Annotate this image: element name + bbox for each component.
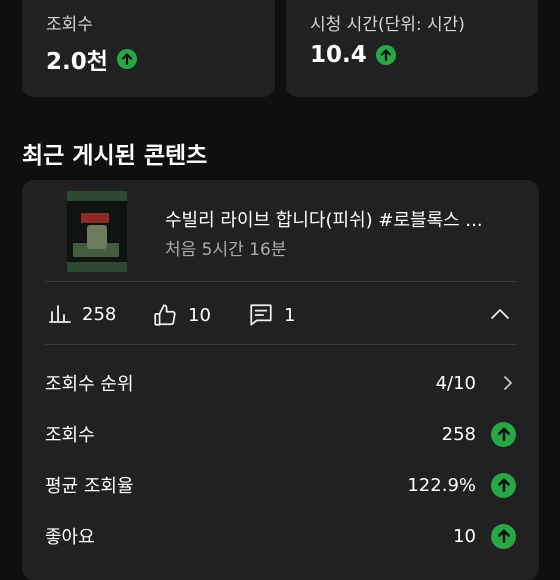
row-value: 258 — [441, 423, 476, 445]
row-value: 122.9% — [407, 474, 476, 496]
collapse-button[interactable] — [489, 304, 511, 330]
row-avg-view-rate: 평균 조회율 122.9% — [45, 470, 516, 500]
video-thumbnail[interactable] — [67, 191, 127, 272]
divider — [45, 281, 516, 282]
views-stat-value: 2.0천 — [46, 49, 108, 75]
row-label: 조회수 — [45, 425, 95, 446]
row-likes: 좋아요 10 — [45, 521, 516, 551]
arrow-up-icon — [116, 49, 137, 69]
row-label: 조회수 순위 — [45, 374, 134, 395]
row-label: 좋아요 — [45, 527, 95, 548]
watch-time-stat-label: 시청 시간(단위: 시간) — [310, 15, 465, 35]
views-count: 258 — [82, 303, 117, 325]
arrow-up-icon — [491, 421, 516, 447]
arrow-up-icon — [491, 523, 516, 549]
views-stat-label: 조회수 — [46, 15, 93, 35]
comment-icon — [250, 304, 272, 326]
watch-time-stat-card[interactable]: 시청 시간(단위: 시간) 10.4 — [286, 0, 538, 97]
row-value: 4/10 — [435, 372, 476, 394]
arrow-up-icon — [375, 45, 396, 65]
watch-time-stat-value: 10.4 — [310, 42, 367, 68]
views-stat-card[interactable]: 조회수 2.0천 — [22, 0, 275, 97]
chevron-up-icon — [491, 309, 509, 319]
comments-metric: 1 — [248, 302, 295, 328]
row-view-rank[interactable]: 조회수 순위 4/10 — [45, 368, 516, 398]
video-subtitle: 처음 5시간 16분 — [165, 240, 287, 260]
section-title: 최근 게시된 콘텐츠 — [22, 143, 208, 169]
likes-count: 10 — [188, 304, 211, 326]
recent-content-card: 수빌리 라이브 합니다(피쉬) #로블록스 ... 처음 5시간 16분 258… — [22, 180, 539, 580]
video-title[interactable]: 수빌리 라이브 합니다(피쉬) #로블록스 ... — [165, 206, 525, 232]
row-views: 조회수 258 — [45, 419, 516, 449]
comments-count: 1 — [284, 304, 296, 326]
bar-chart-icon — [49, 305, 71, 323]
arrow-up-icon — [491, 472, 516, 498]
likes-metric: 10 — [152, 302, 211, 328]
divider — [45, 344, 516, 345]
chevron-right-icon — [504, 376, 512, 390]
thumbs-up-icon — [154, 304, 176, 326]
row-label: 평균 조회율 — [45, 476, 134, 497]
row-value: 10 — [453, 525, 476, 547]
views-metric: 258 — [48, 302, 116, 326]
